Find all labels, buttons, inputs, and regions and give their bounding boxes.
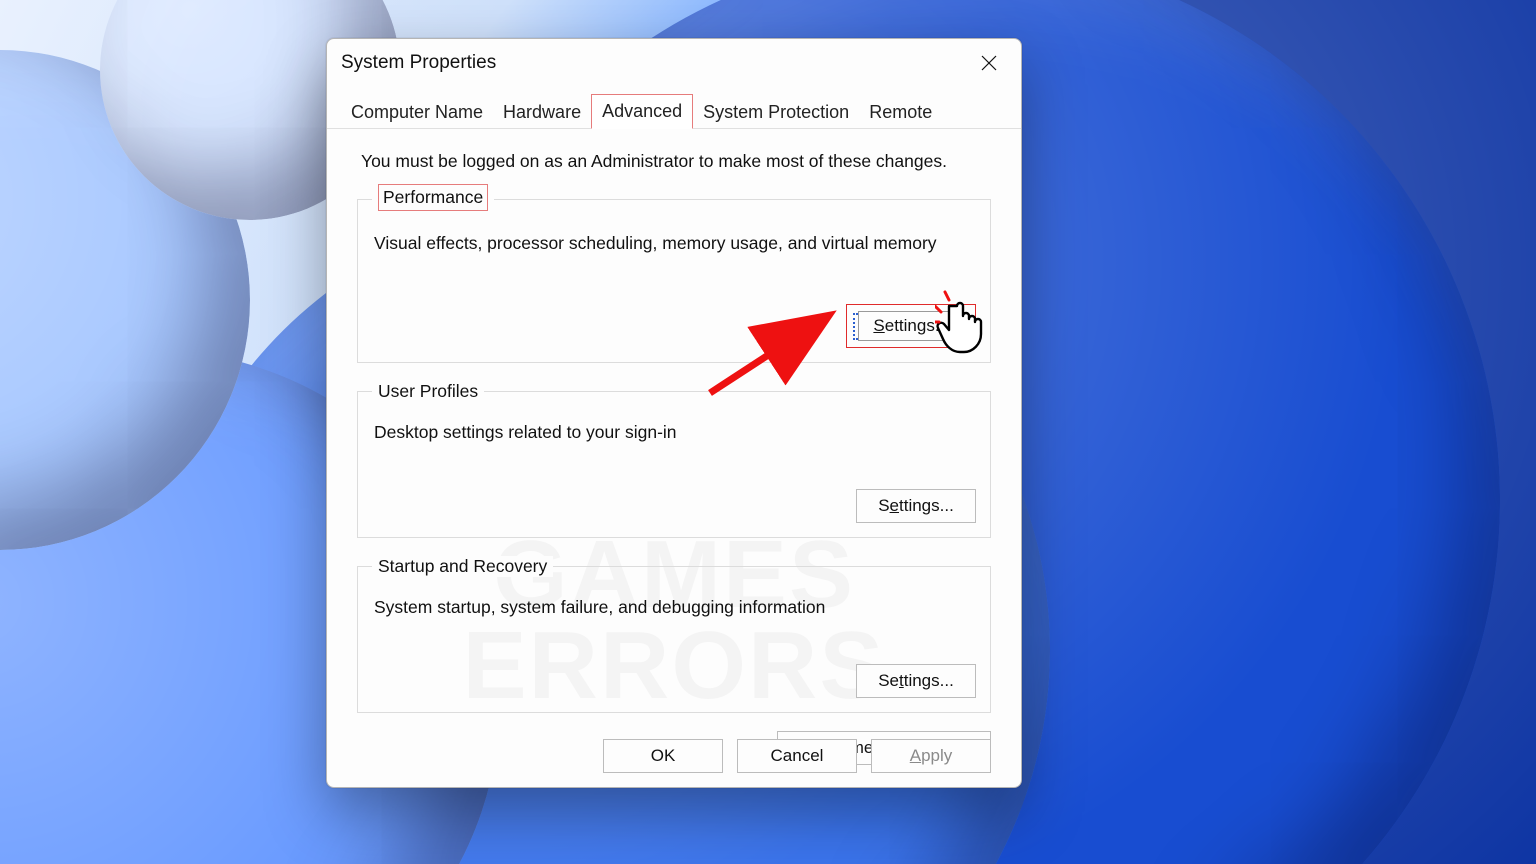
window-title: System Properties: [341, 52, 496, 74]
tab-computer-name[interactable]: Computer Name: [341, 96, 493, 129]
group-startup-recovery-legend: Startup and Recovery: [372, 556, 553, 577]
tab-system-protection[interactable]: System Protection: [693, 96, 859, 129]
group-startup-recovery-desc: System startup, system failure, and debu…: [374, 597, 976, 618]
ok-button[interactable]: OK: [603, 739, 723, 773]
tab-advanced[interactable]: Advanced: [591, 94, 693, 129]
group-startup-recovery: Startup and Recovery System startup, sys…: [357, 556, 991, 713]
group-user-profiles: User Profiles Desktop settings related t…: [357, 381, 991, 538]
apply-button[interactable]: Apply: [871, 739, 991, 773]
user-profiles-settings-button[interactable]: Settings...: [856, 489, 976, 523]
group-user-profiles-legend: User Profiles: [372, 381, 484, 402]
group-performance-legend: Performance: [372, 186, 494, 213]
system-properties-dialog: System Properties Computer Name Hardware…: [326, 38, 1022, 788]
titlebar[interactable]: System Properties: [327, 39, 1021, 87]
close-icon: [980, 54, 998, 72]
performance-settings-highlight: Settings...: [846, 304, 976, 348]
tab-strip: Computer Name Hardware Advanced System P…: [327, 87, 1021, 129]
tab-hardware[interactable]: Hardware: [493, 96, 591, 129]
performance-settings-button[interactable]: Settings...: [858, 311, 964, 341]
startup-recovery-settings-button[interactable]: Settings...: [856, 664, 976, 698]
admin-note: You must be logged on as an Administrato…: [361, 151, 987, 172]
tab-remote[interactable]: Remote: [859, 96, 942, 129]
group-performance: Performance Visual effects, processor sc…: [357, 186, 991, 363]
close-button[interactable]: [967, 45, 1011, 81]
cancel-button[interactable]: Cancel: [737, 739, 857, 773]
group-user-profiles-desc: Desktop settings related to your sign-in: [374, 422, 976, 443]
group-performance-desc: Visual effects, processor scheduling, me…: [374, 233, 976, 254]
dialog-body: GAMES ERRORS You must be logged on as an…: [327, 129, 1021, 739]
dialog-footer: OK Cancel Apply: [327, 739, 1021, 773]
